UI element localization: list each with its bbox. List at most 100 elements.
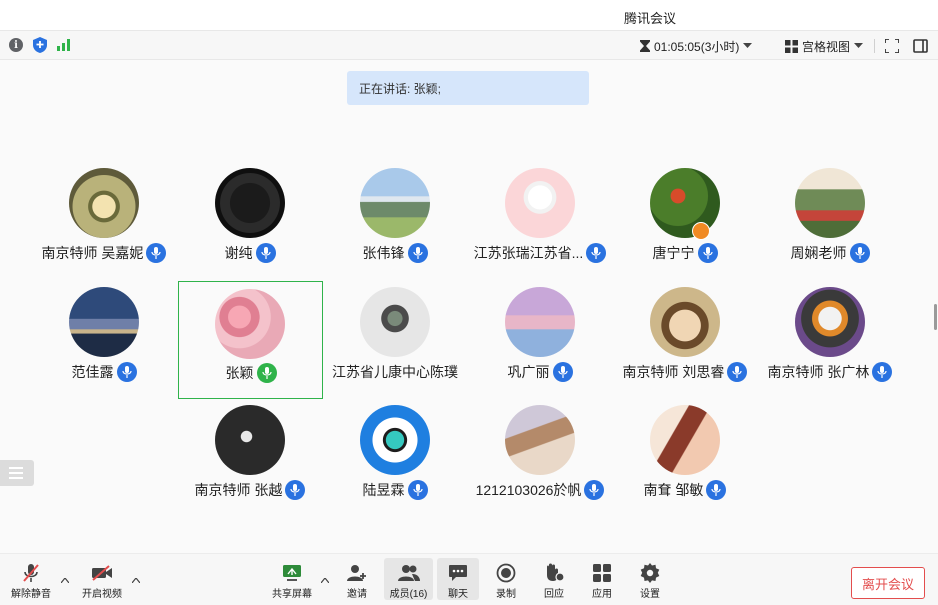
mic-icon[interactable] xyxy=(552,362,573,382)
participant-tile[interactable]: 周娴老师 xyxy=(760,160,900,278)
start-video-label: 开启视频 xyxy=(82,589,122,600)
participant-tile[interactable]: 南京特师 张越 xyxy=(180,397,320,515)
participant-tile[interactable]: 南京特师 张广林 xyxy=(760,279,900,397)
avatar xyxy=(505,168,575,238)
invite-button[interactable]: 邀请 xyxy=(336,558,378,600)
mic-muted-icon xyxy=(23,563,39,582)
meeting-toolbar: 解除静音 开启视频 共享屏幕 邀请 成员(16) 聊天 录制 回应 应用 设置 … xyxy=(0,553,938,605)
chevron-down-icon xyxy=(854,43,864,48)
share-screen-icon xyxy=(283,564,301,581)
participant-name: 张伟锋 xyxy=(362,245,405,261)
record-button[interactable]: 录制 xyxy=(485,558,527,600)
member-list-toggle[interactable] xyxy=(0,460,34,486)
participant-tile[interactable]: 江苏张瑞江苏省... xyxy=(470,160,610,278)
host-badge-icon xyxy=(692,222,710,240)
reactions-button[interactable]: 回应 xyxy=(533,558,575,600)
participant-tile[interactable]: 范佳露 xyxy=(34,279,174,397)
meeting-status-bar: i 01:05:05(3小时) 宫格视图 xyxy=(0,30,938,60)
leave-meeting-button[interactable]: 离开会议 xyxy=(851,567,925,599)
share-screen-button[interactable]: 共享屏幕 xyxy=(271,558,313,600)
share-options-chevron-icon[interactable] xyxy=(321,576,329,584)
participant-name: 陆昱霖 xyxy=(362,482,405,498)
avatar xyxy=(69,287,139,357)
participant-name: 1212103026於帆 xyxy=(475,482,582,498)
mic-active-icon[interactable] xyxy=(256,363,277,383)
participant-name: 南京特师 张越 xyxy=(194,482,283,498)
share-screen-label: 共享屏幕 xyxy=(272,589,312,600)
participant-tile[interactable]: 谢纯 xyxy=(180,160,320,278)
mic-icon[interactable] xyxy=(407,480,428,500)
participant-name: 唐宁宁 xyxy=(652,245,695,261)
participant-tile[interactable]: 南京特师 吴嘉妮 xyxy=(34,160,174,278)
avatar xyxy=(360,168,430,238)
participant-tile[interactable]: 江苏省儿康中心陈璞 xyxy=(325,279,465,397)
participant-name: 南京特师 刘思睿 xyxy=(622,364,725,380)
info-icon[interactable]: i xyxy=(9,38,23,52)
mic-icon[interactable] xyxy=(255,243,276,263)
add-user-icon xyxy=(347,564,366,581)
title-bar: 腾讯会议 xyxy=(0,0,938,30)
participant-name: 南京特师 张广林 xyxy=(767,364,870,380)
view-mode-button[interactable]: 宫格视图 xyxy=(785,38,864,54)
participant-tile[interactable]: 南京特师 刘思睿 xyxy=(615,279,755,397)
start-video-button[interactable]: 开启视频 xyxy=(81,558,123,600)
audio-options-chevron-icon[interactable] xyxy=(61,576,69,584)
participant-tile[interactable]: 唐宁宁 xyxy=(615,160,755,278)
signal-icon[interactable] xyxy=(57,39,71,51)
meeting-duration: 01:05:05(3小时) xyxy=(654,39,740,54)
avatar xyxy=(215,405,285,475)
participant-name: 巩广丽 xyxy=(507,364,550,380)
chat-label: 聊天 xyxy=(448,589,468,600)
mic-icon[interactable] xyxy=(285,480,306,500)
mic-icon[interactable] xyxy=(697,243,718,263)
mic-icon[interactable] xyxy=(872,362,893,382)
avatar xyxy=(360,405,430,475)
settings-button[interactable]: 设置 xyxy=(629,558,671,600)
avatar xyxy=(795,168,865,238)
avatar xyxy=(215,168,285,238)
participant-tile[interactable]: 1212103026於帆 xyxy=(470,397,610,515)
reaction-hand-icon xyxy=(547,563,565,582)
members-label: 成员(16) xyxy=(389,589,428,600)
members-icon xyxy=(397,564,420,581)
members-button[interactable]: 成员(16) xyxy=(384,558,433,600)
mic-icon[interactable] xyxy=(116,362,137,382)
view-mode-label: 宫格视图 xyxy=(802,39,851,54)
app-title: 腾讯会议 xyxy=(624,11,677,26)
video-options-chevron-icon[interactable] xyxy=(132,576,140,584)
side-panel-icon[interactable] xyxy=(912,38,928,54)
fullscreen-icon[interactable] xyxy=(884,38,900,54)
participant-tile[interactable]: 巩广丽 xyxy=(470,279,610,397)
shield-icon[interactable] xyxy=(33,37,47,53)
participant-name: 谢纯 xyxy=(224,245,253,261)
avatar xyxy=(650,287,720,357)
mic-icon[interactable] xyxy=(849,243,870,263)
avatar xyxy=(650,405,720,475)
participant-tile[interactable]: 张伟锋 xyxy=(325,160,465,278)
hourglass-icon xyxy=(640,40,650,52)
meeting-timer[interactable]: 01:05:05(3小时) xyxy=(640,38,753,54)
participant-name: 张颖 xyxy=(225,365,254,381)
chat-button[interactable]: 聊天 xyxy=(437,558,479,600)
participant-name: 范佳露 xyxy=(71,364,114,380)
apps-button[interactable]: 应用 xyxy=(581,558,623,600)
apps-label: 应用 xyxy=(592,589,612,600)
list-icon xyxy=(9,467,23,469)
scrollbar[interactable] xyxy=(934,304,937,330)
toolbar-divider xyxy=(874,39,875,53)
chat-icon xyxy=(449,564,467,581)
participant-tile[interactable]: 南耷 邹敏 xyxy=(615,397,755,515)
record-label: 录制 xyxy=(496,589,516,600)
unmute-button[interactable]: 解除静音 xyxy=(10,558,52,600)
mic-icon[interactable] xyxy=(407,243,428,263)
settings-label: 设置 xyxy=(640,589,660,600)
avatar xyxy=(69,168,139,238)
mic-icon[interactable] xyxy=(706,480,727,500)
chevron-down-icon xyxy=(743,43,753,48)
unmute-label: 解除静音 xyxy=(11,589,51,600)
speaking-indicator: 正在讲话: 张颖; xyxy=(347,71,589,105)
participant-name: 南京特师 吴嘉妮 xyxy=(41,245,144,261)
participant-tile[interactable]: 陆昱霖 xyxy=(325,397,465,515)
apps-icon xyxy=(593,563,611,582)
participant-tile-active-speaker[interactable]: 张颖 xyxy=(178,281,323,399)
